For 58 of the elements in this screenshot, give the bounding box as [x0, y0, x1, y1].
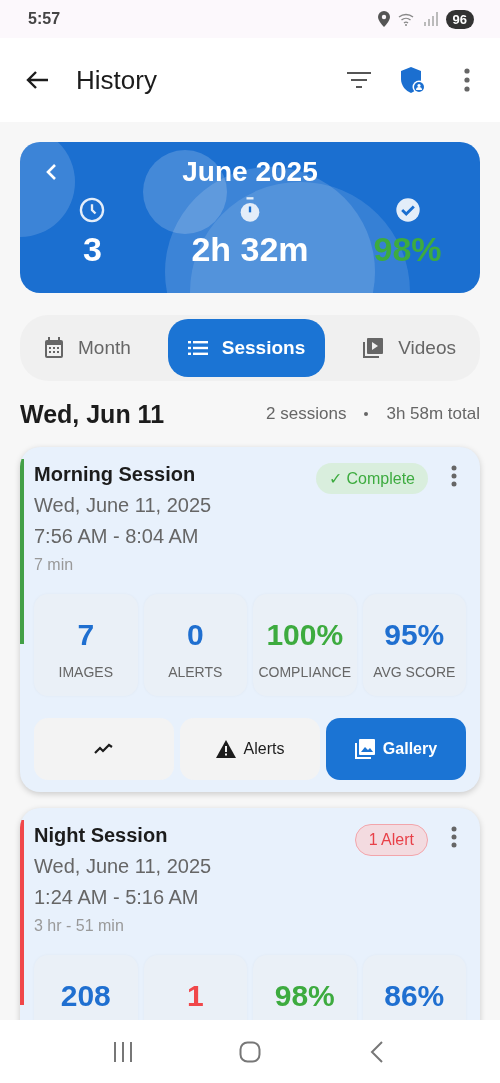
view-tab[interactable]: Sessions — [167, 319, 326, 377]
stat-value: 0 — [186, 620, 204, 650]
summary-value: 2h 32m — [191, 230, 309, 269]
more-icon — [451, 465, 457, 487]
status-time: 5:57 — [28, 10, 61, 28]
session-date: Wed, June 11, 2025 — [34, 494, 213, 517]
trend-line-icon — [94, 743, 114, 755]
stat-value: 100% — [266, 620, 344, 650]
stat-value: 7 — [77, 620, 95, 650]
session-title: Night Session — [34, 824, 169, 847]
day-title: Wed, Jun 11 — [20, 399, 166, 429]
stat-value: 86% — [384, 981, 445, 1011]
view-tab[interactable]: Month — [24, 319, 151, 377]
month-title: June 2025 — [182, 156, 318, 188]
session-date: Wed, June 11, 2025 — [34, 855, 213, 878]
photo-library-icon — [354, 739, 375, 759]
session-count: 2 sessions — [266, 404, 347, 424]
home-icon — [239, 1040, 261, 1063]
recent-apps-icon — [113, 1040, 134, 1063]
warning-icon — [215, 740, 236, 758]
session-time: 7:56 AM - 8:04 AM — [34, 525, 200, 548]
back-arrow-icon — [25, 70, 49, 90]
video-library-icon — [362, 337, 385, 359]
shield-user-icon — [400, 66, 426, 94]
more-icon — [451, 826, 457, 848]
summary-value: 3 — [83, 230, 102, 269]
status-badge: ✓ Complete — [316, 463, 428, 494]
stat-label: ALERTS — [168, 664, 223, 680]
battery-level: 96 — [445, 9, 474, 29]
gallery-button[interactable]: Gallery — [326, 718, 466, 780]
stat-label: COMPLIANCE — [258, 664, 352, 680]
back-icon — [369, 1040, 384, 1063]
stat-value: 208 — [60, 981, 111, 1011]
total-duration: 3h 58m total — [386, 404, 480, 424]
view-tab[interactable]: Videos — [342, 319, 476, 377]
session-duration: 3 hr - 51 min — [34, 917, 125, 935]
wifi-icon — [397, 12, 416, 26]
list-icon — [187, 340, 208, 356]
chevron-left-icon — [45, 163, 57, 181]
stat-value: 95% — [384, 620, 445, 650]
signal-icon — [423, 12, 438, 26]
stat-label: IMAGES — [58, 664, 113, 680]
filter-icon — [347, 71, 371, 89]
summary-value: 98% — [373, 230, 442, 269]
session-duration: 7 min — [34, 556, 75, 574]
stat-label: AVG SCORE — [373, 664, 456, 680]
clock-icon — [78, 196, 107, 224]
calendar-icon — [44, 337, 64, 359]
check-circle-icon — [393, 196, 422, 224]
status-badge: 1 Alert — [354, 824, 428, 856]
session-title: Morning Session — [34, 463, 197, 486]
page-title: History — [76, 64, 158, 96]
location-icon — [377, 11, 390, 27]
session-time: 1:24 AM - 5:16 AM — [34, 886, 200, 909]
stat-value: 1 — [186, 981, 204, 1011]
more-icon — [464, 68, 470, 92]
stat-value: 98% — [274, 981, 335, 1011]
alerts-button[interactable]: Alerts — [180, 718, 320, 780]
